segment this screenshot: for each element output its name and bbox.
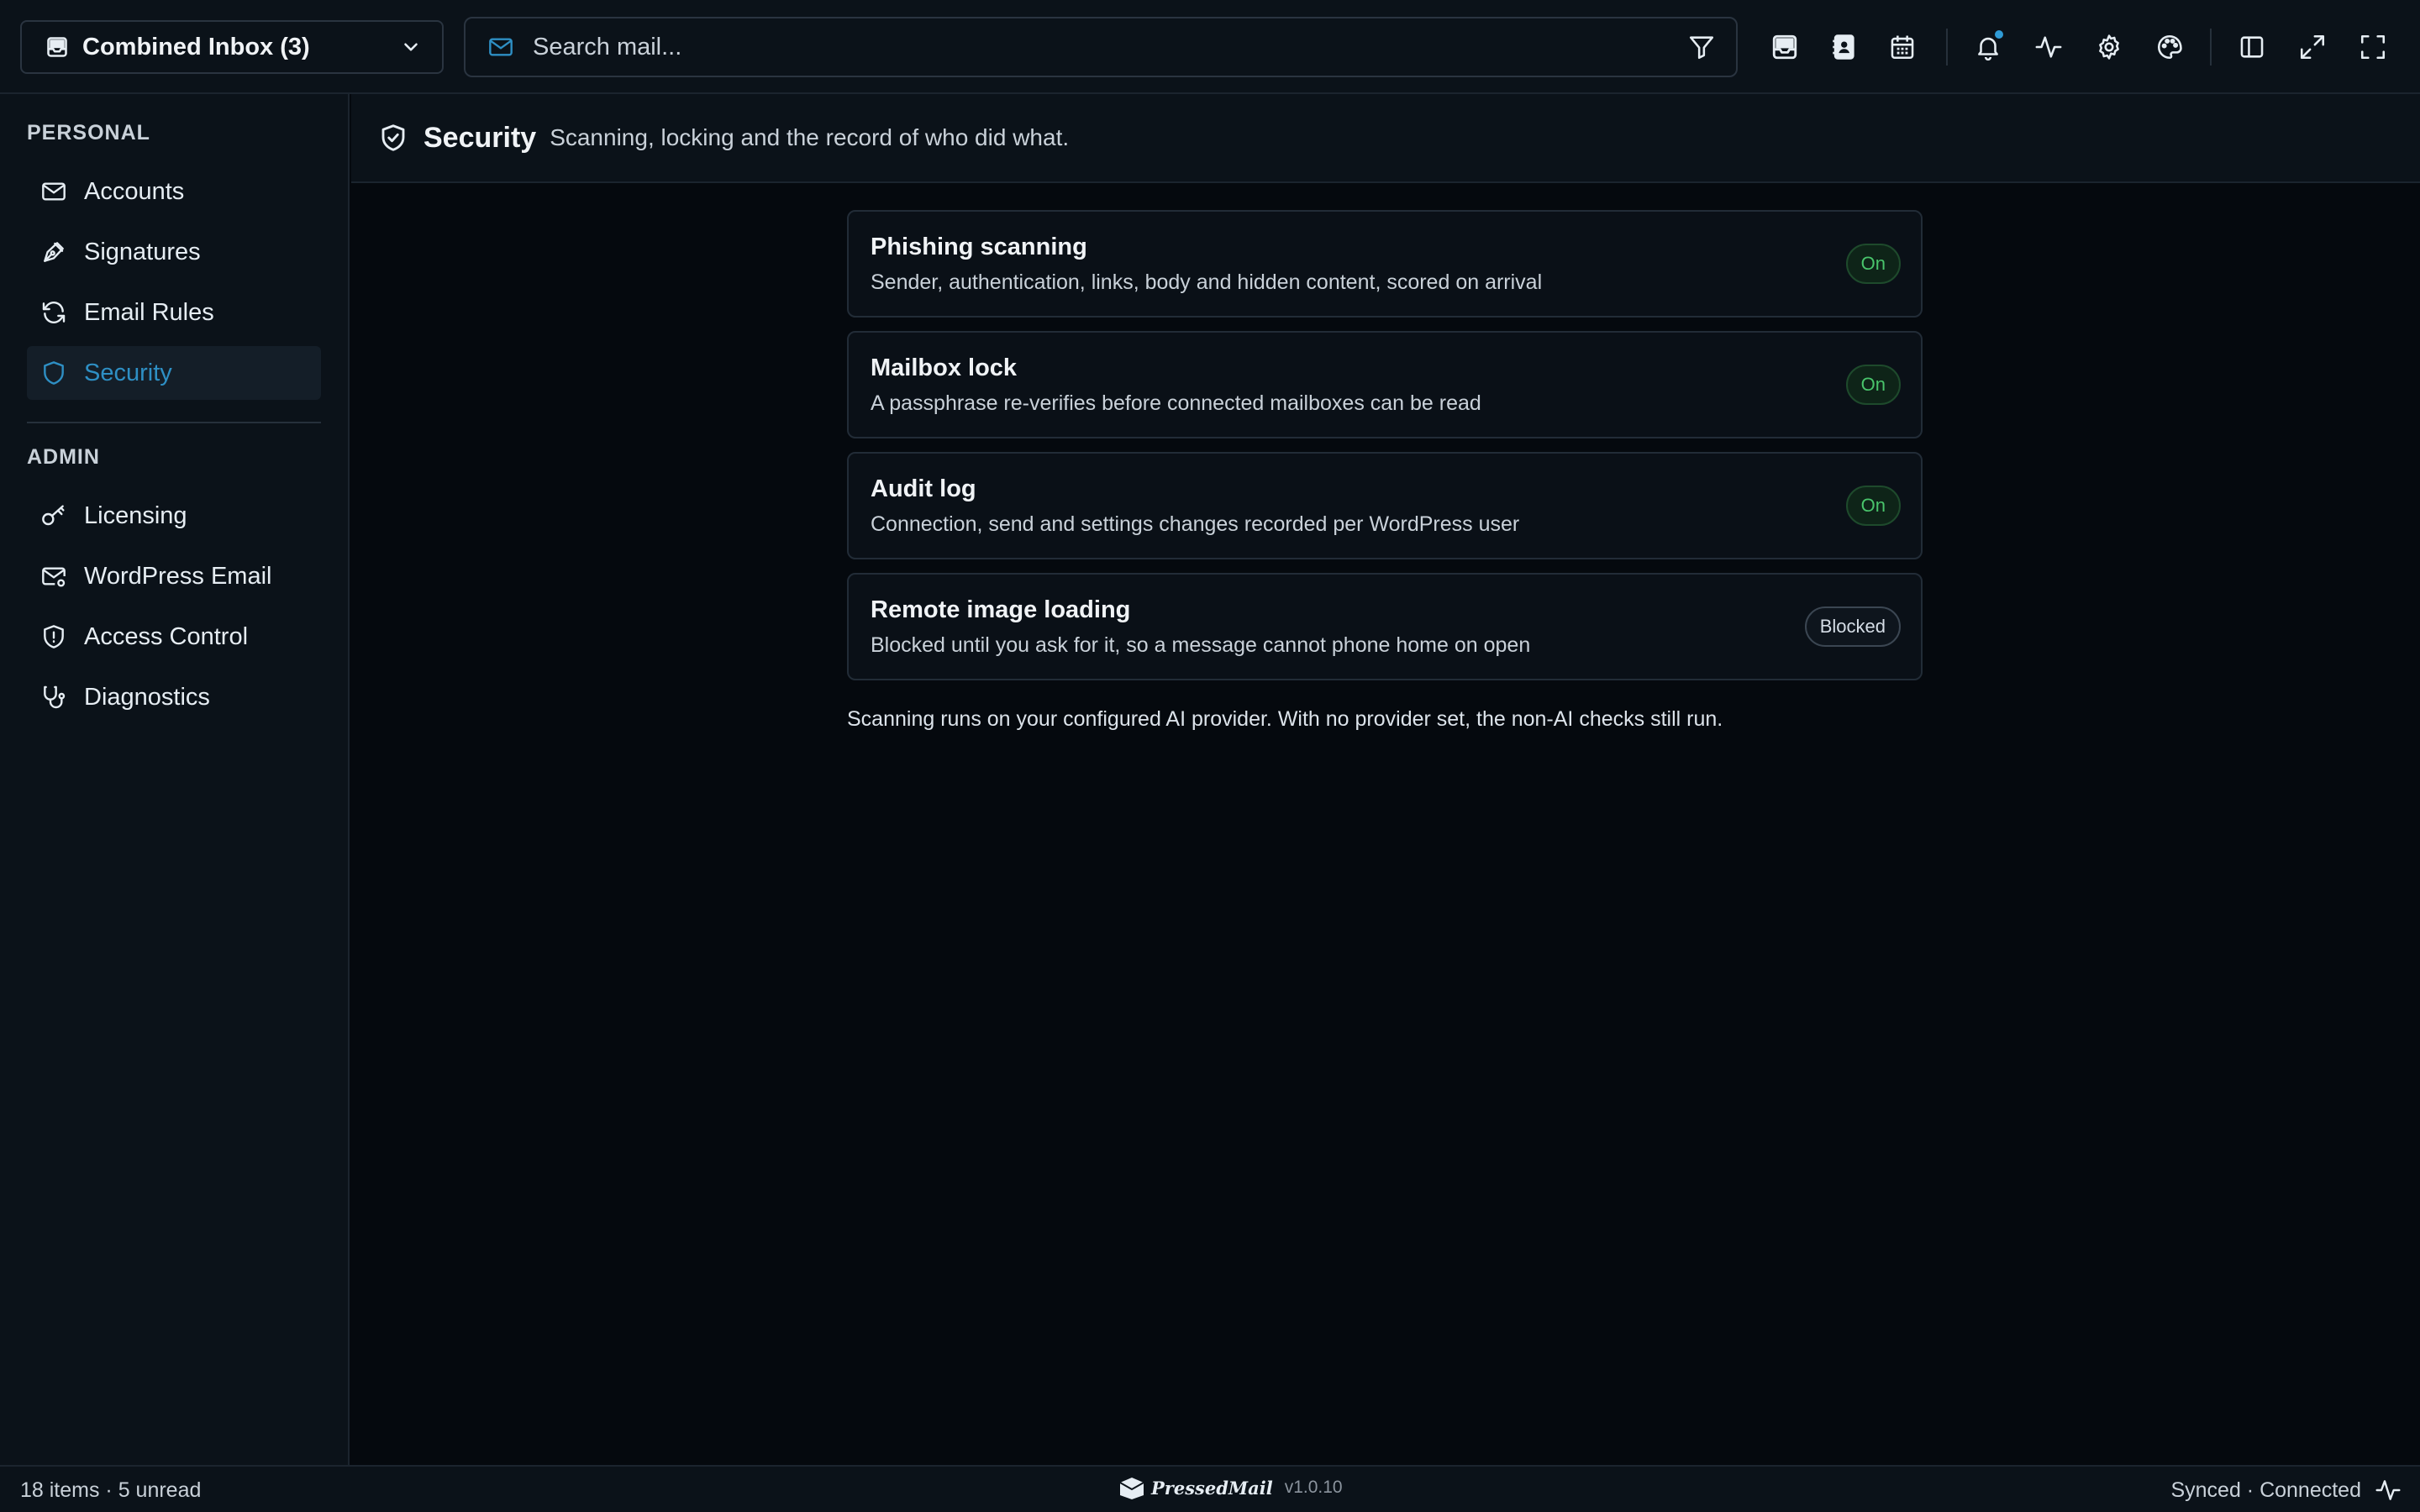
sidebar-item-security[interactable]: Security	[27, 346, 321, 400]
inbox-selector-label: Combined Inbox (3)	[82, 33, 310, 60]
refresh-icon	[42, 302, 66, 323]
sidebar-item-signatures[interactable]: Signatures	[27, 225, 321, 279]
sidebar-item-licensing[interactable]: Licensing	[27, 489, 321, 543]
page-title: Security	[424, 121, 537, 154]
section-label-personal: PERSONAL	[27, 121, 150, 144]
status-badge[interactable]: On	[1845, 244, 1901, 284]
stethoscope-icon	[44, 685, 66, 709]
sidebar-item-accounts[interactable]: Accounts	[27, 165, 321, 218]
gear-icon[interactable]	[2091, 29, 2128, 66]
sidebar-item-label: Diagnostics	[84, 683, 210, 711]
brand: PressedMail v1.0.10	[1118, 1475, 1343, 1500]
top-bar: Combined Inbox (3)	[0, 0, 2420, 94]
status-badge[interactable]: Blocked	[1804, 606, 1901, 647]
sidebar-toggle-icon[interactable]	[2233, 29, 2270, 66]
sidebar-item-label: Signatures	[84, 238, 201, 265]
mail-settings-icon	[42, 567, 66, 587]
card-mailbox-lock[interactable]: Mailbox lock A passphrase re-verifies be…	[847, 331, 1923, 438]
card-title: Audit log	[871, 475, 976, 502]
chevron-down-icon	[404, 43, 418, 51]
sync-status: Synced · Connected	[2170, 1478, 2361, 1502]
card-title: Mailbox lock	[871, 354, 1018, 381]
section-label-admin: ADMIN	[27, 445, 100, 469]
card-audit-log[interactable]: Audit log Connection, send and settings …	[847, 452, 1923, 559]
toolbar-divider	[2210, 29, 2212, 66]
version: v1.0.10	[1284, 1478, 1343, 1497]
card-description: Sender, authentication, links, body and …	[871, 270, 1543, 294]
sidebar-item-label: Accounts	[84, 177, 185, 205]
shield-icon	[44, 361, 64, 385]
inbox-view-icon[interactable]	[1766, 29, 1803, 66]
card-description: Blocked until you ask for it, so a messa…	[871, 633, 1531, 657]
sidebar-item-label: WordPress Email	[84, 562, 272, 590]
notification-dot	[1995, 30, 2003, 39]
palette-icon[interactable]	[2151, 29, 2188, 66]
status-badge[interactable]: On	[1845, 365, 1901, 405]
filter-icon[interactable]	[1687, 33, 1716, 61]
activity-icon[interactable]	[2375, 1477, 2402, 1504]
logo-icon	[1119, 1478, 1144, 1499]
sidebar-divider	[27, 422, 321, 423]
shield-alert-icon	[44, 625, 64, 648]
page-header: Security Scanning, locking and the recor…	[351, 94, 2420, 183]
sidebar-item-access-control[interactable]: Access Control	[27, 610, 321, 664]
sidebar-item-diagnostics[interactable]: Diagnostics	[27, 670, 321, 724]
card-title: Remote image loading	[871, 596, 1131, 623]
status-bar: 18 items · 5 unread PressedMail v1.0.10 …	[0, 1465, 2420, 1512]
sidebar-item-label: Access Control	[84, 622, 249, 650]
card-title: Phishing scanning	[871, 234, 1087, 260]
toolbar-divider	[1946, 29, 1948, 66]
status-badge[interactable]: On	[1845, 486, 1901, 526]
sidebar-item-label: Security	[84, 359, 172, 386]
sidebar-item-wordpress-email[interactable]: WordPress Email	[27, 549, 321, 603]
card-description: Connection, send and settings changes re…	[871, 512, 1520, 536]
sidebar-item-email-rules[interactable]: Email Rules	[27, 286, 321, 339]
search-input[interactable]	[533, 33, 1687, 61]
card-phishing-scanning[interactable]: Phishing scanning Sender, authentication…	[847, 210, 1923, 318]
inbox-selector[interactable]: Combined Inbox (3)	[20, 20, 444, 74]
mail-icon	[489, 38, 513, 56]
brand-name: PressedMail	[1151, 1477, 1273, 1499]
sidebar-item-label: Email Rules	[84, 298, 214, 326]
shield-check-icon	[381, 124, 405, 151]
activity-icon[interactable]	[2030, 29, 2067, 66]
sidebar: PERSONAL Accounts Signatures Email Rules…	[0, 94, 350, 1465]
expand-icon[interactable]	[2294, 29, 2331, 66]
footnote: Scanning runs on your configured AI prov…	[847, 707, 1723, 731]
pen-icon	[44, 242, 64, 262]
key-icon	[42, 505, 65, 526]
calendar-icon[interactable]	[1884, 29, 1921, 66]
contacts-icon[interactable]	[1825, 29, 1862, 66]
card-remote-image-loading[interactable]: Remote image loading Blocked until you a…	[847, 573, 1923, 680]
search-bar	[464, 17, 1738, 77]
mail-icon	[42, 182, 66, 201]
item-count: 18 items · 5 unread	[20, 1478, 202, 1502]
card-description: A passphrase re-verifies before connecte…	[871, 391, 1481, 415]
page-subtitle: Scanning, locking and the record of who …	[550, 124, 1070, 150]
sidebar-item-label: Licensing	[84, 501, 187, 529]
fullscreen-icon[interactable]	[2354, 29, 2391, 66]
inbox-icon	[47, 37, 67, 57]
bell-icon[interactable]	[1970, 29, 2007, 66]
